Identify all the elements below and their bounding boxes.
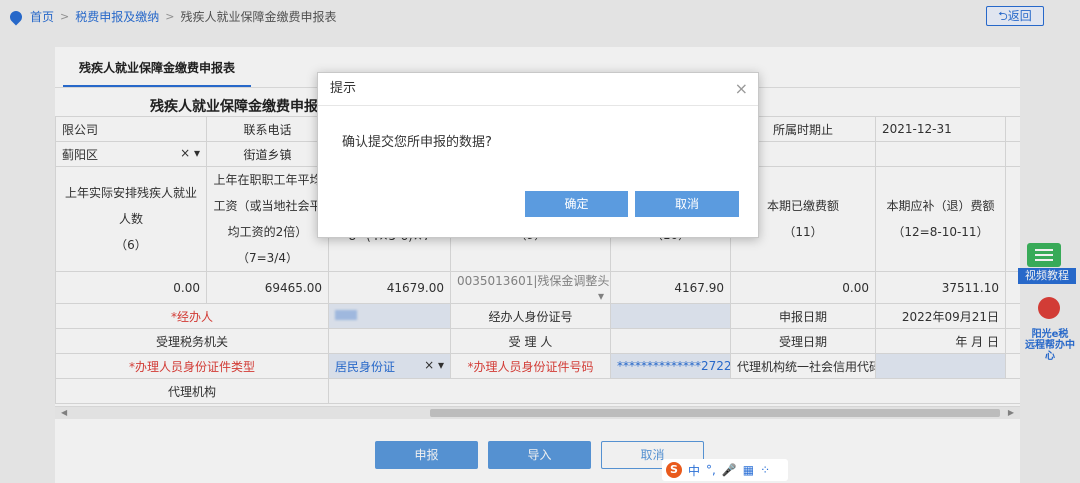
sogou-logo-icon[interactable]: S <box>666 462 682 478</box>
ime-toolbar: S 中 °, 🎤 ▦ ⁘ <box>662 459 788 481</box>
microphone-icon[interactable]: 🎤 <box>722 463 737 477</box>
confirm-dialog: 提示 × 确认提交您所申报的数据? 确定 取消 <box>317 72 759 238</box>
close-icon[interactable]: × <box>735 79 748 98</box>
dialog-cancel-button[interactable]: 取消 <box>635 191 739 217</box>
punctuation-icon[interactable]: °, <box>706 463 716 477</box>
more-icon[interactable]: ⁘ <box>760 463 770 477</box>
dialog-title: 提示 <box>318 73 758 106</box>
confirm-button[interactable]: 确定 <box>525 191 628 217</box>
dialog-message: 确认提交您所申报的数据? <box>342 135 492 150</box>
keyboard-icon[interactable]: ▦ <box>743 463 754 477</box>
ime-lang[interactable]: 中 <box>688 462 700 479</box>
